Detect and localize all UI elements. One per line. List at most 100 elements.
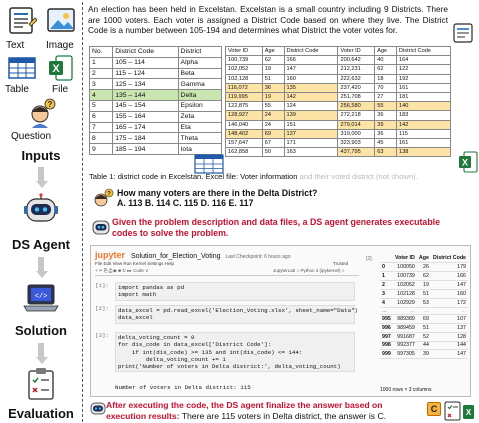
table-cell: 145 – 154 [112,99,179,112]
table-cell: 51 [416,289,431,299]
table-cell: 989459 [392,323,417,333]
table-cell: 102128 [392,289,417,299]
code-cell-3[interactable]: [3]: delta_voting_count = 0 for dis_code … [95,332,355,373]
down-arrow-icon [36,257,48,278]
dataframe-output-panel: [2]: Voter ID Age District Code 0 100050 26 1… [366,250,469,394]
table-cell: 997305 [392,349,417,360]
table-row: 148,402 69 137 319,000 36 115 [225,128,451,139]
table-cell: 179 [430,262,468,273]
table-cell: 165 – 174 [112,121,179,134]
table-cell: 162,858 [225,147,263,158]
table-cell: 992377 [392,341,417,351]
final-black: There are 115 voters in Delta district, … [179,410,387,421]
table-cell: Gamma [177,78,223,91]
code-cell-2[interactable]: [2]: data_excel = pd.read_excel('Election… [95,305,358,324]
table-cell: 62 [261,55,285,66]
notebook-title[interactable]: Solution_for_Election_Voting [131,253,221,260]
table-cell: 172 [430,298,468,308]
svg-text:?: ? [107,191,111,198]
table-cell: 998 [380,341,393,351]
column-divider [82,2,83,422]
table-cell: 55 [261,101,285,112]
table-cell: 39 [374,119,397,130]
toolbar-buttons[interactable]: + ✂ ⎘ ⎙ ▶ ■ ↻ ▸▸ Code ∨ [95,268,148,273]
table-cell: 200,642 [337,55,376,66]
table-row: 996 989459 51 137 [380,323,468,333]
notebook-menu-bar[interactable]: File Edit View Run Kernel Settings Help … [95,261,348,266]
table-row: 128,927 24 139 272,218 36 183 [225,110,451,121]
table-cell: 62 [374,64,397,75]
table-cell: 44 [416,341,431,351]
table-cell: 171 [283,137,339,149]
question-label: Question [11,131,52,142]
code-line: if int(dis_code) >= 135 and int(dis_code… [118,348,303,356]
table-row: 146,040 24 151 279,014 39 142 [225,119,451,130]
table-cell: 63 [374,147,397,158]
table-cell: 147 [283,64,339,75]
image-label: Image [46,40,74,51]
code-line: delta_voting_count = 0 [118,334,195,341]
table-cell: 137 [430,323,468,333]
table-header-cell: Voter ID [392,254,417,264]
table-cell: 62 [416,271,431,282]
table-cell: 183 [396,110,451,121]
code-cell-1[interactable]: [1]: import pandas as pd import math [95,282,355,301]
table-header-cell: Voter ID [337,45,376,57]
table-cell: 323,903 [337,137,376,149]
inputs-stage-title: Inputs [21,148,61,163]
table-cell: 27 [374,91,397,103]
table-cell: 139 [283,110,339,121]
table-row: 6 155 – 164 Zeta [88,110,223,123]
table-cell: 4 [88,89,114,101]
table-cell: 151 [283,119,339,130]
table-cell: 102929 [392,298,417,308]
table-cell: 185 – 194 [112,143,179,155]
menu-items[interactable]: File Edit View Run Kernel Settings Help [95,261,174,266]
table-cell: 19 [416,280,431,291]
table-cell: 69 [261,128,285,139]
table-cell: 137 [283,128,339,139]
table-cell: 39 [416,349,431,360]
table-cell: ... [430,307,468,315]
table-cell: Delta [177,89,223,101]
table-cell: 999 [380,349,393,360]
table-row: 5 145 – 154 Epsilon [88,99,223,112]
table-cell: 142 [396,119,451,130]
table-cell: 8 [88,132,114,145]
table-cell: 51 [261,73,285,84]
table-cell: 105 – 114 [112,56,179,69]
table-cell: 138 [396,147,451,158]
table-cell: 3 [380,289,393,299]
district-code-table: No. District Code District 1 105 – 114 Alpha… [88,46,223,155]
table-cell: 50 [261,147,285,158]
evaluation-clipboard-icon [28,368,54,400]
solution-stage-title: Solution [15,323,67,338]
table-cell: 0 [380,262,393,273]
table-row: 1 105 – 114 Alpha [88,56,223,69]
table-cell: 995 [380,314,393,324]
table-cell: 70 [374,82,397,93]
table-cell: 115 [396,128,451,139]
table-cell: 26 [416,262,431,273]
table-cell: 18 [374,73,397,84]
table-cell: 9 [88,143,114,155]
table-cell: 160 [430,289,468,299]
notebook-toolbar[interactable]: + ✂ ⎘ ⎙ ▶ ■ ↻ ▸▸ Code ∨ JupyterLab ○ Pyt… [95,268,359,276]
table-cell: 51 [416,323,431,333]
table-icon [8,57,36,79]
table-cell: 989389 [392,314,417,324]
table-cell: 166 [430,271,468,282]
table-cell: 125 – 134 [112,78,179,91]
robot-agent-icon [24,193,58,222]
table-header-cell: Voter ID [225,45,263,57]
text-document-icon [9,7,37,34]
table-cell: 116,072 [225,82,263,93]
dataframe-shape: 1000 rows × 3 columns [380,387,432,393]
robot-agent-icon [90,402,106,415]
table-cell: 122 [396,64,451,75]
table-cell: ... [380,307,393,315]
table-cell: Beta [177,67,223,80]
table-cell: 100739 [392,271,417,282]
table-row: 3 102128 51 160 [380,289,468,299]
table-cell: 161 [396,82,451,93]
